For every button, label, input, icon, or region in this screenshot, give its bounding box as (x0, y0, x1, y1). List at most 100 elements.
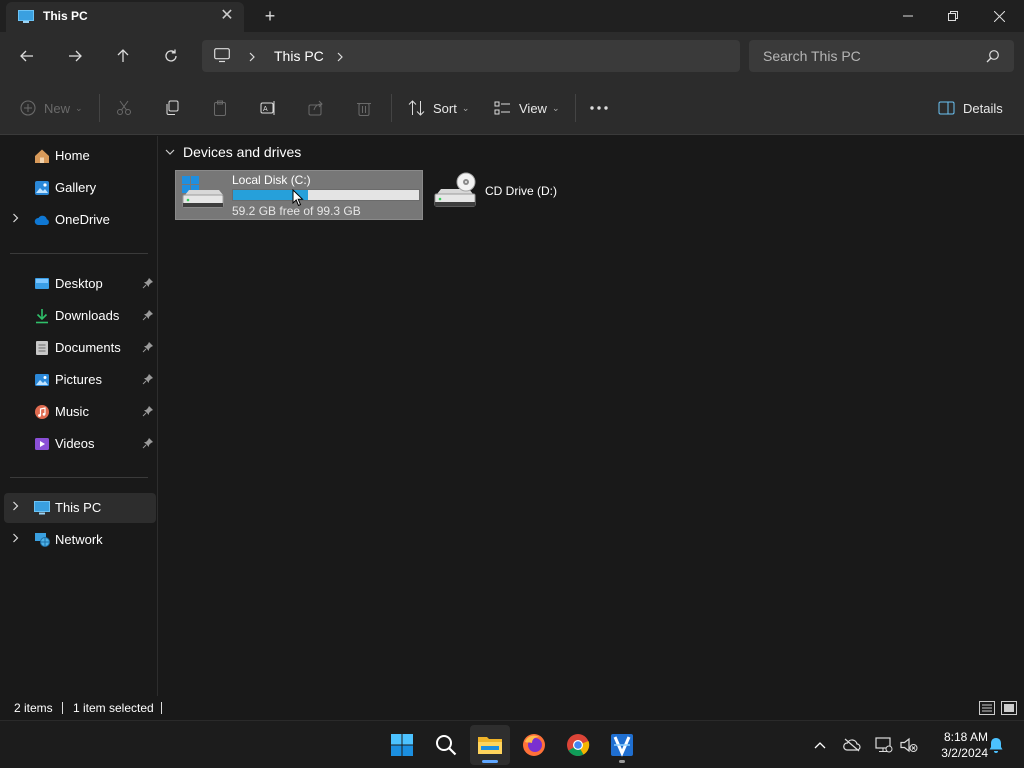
divider (99, 94, 100, 122)
pin-icon[interactable] (142, 373, 154, 385)
breadcrumb-this-pc[interactable]: This PC (274, 48, 324, 64)
sidebar-item-documents[interactable]: Documents (4, 333, 156, 363)
sort-button[interactable]: Sort ⌄ (408, 96, 469, 120)
chrome-icon (567, 734, 590, 756)
sidebar-item-label: Downloads (55, 308, 120, 323)
close-window-button[interactable] (976, 0, 1022, 32)
start-button[interactable] (382, 725, 422, 765)
pictures-icon (35, 374, 49, 386)
drive-name: CD Drive (D:) (485, 184, 557, 198)
details-pane-button[interactable]: Details (938, 96, 1003, 120)
sidebar-item-onedrive[interactable]: OneDrive (4, 205, 156, 235)
view-button[interactable]: View ⌄ (494, 96, 560, 120)
chevron-right-icon[interactable] (336, 50, 344, 65)
drive-item-cd-drive-d[interactable]: CD Drive (D:) (433, 170, 563, 220)
taskbar-search-button[interactable] (426, 725, 466, 765)
pin-icon[interactable] (142, 437, 154, 449)
bell-icon (989, 737, 1003, 753)
tray-onedrive[interactable] (842, 735, 862, 755)
drive-usage-bar (232, 189, 420, 201)
sidebar-item-gallery[interactable]: Gallery (4, 173, 156, 203)
arrow-right-icon (69, 50, 82, 62)
sidebar-item-home[interactable]: Home (4, 141, 156, 171)
restore-button[interactable] (930, 0, 976, 32)
search-input[interactable]: Search This PC (749, 40, 1014, 72)
refresh-button[interactable] (159, 44, 183, 68)
address-bar[interactable]: This PC (202, 40, 740, 72)
taskbar-chrome[interactable] (558, 725, 598, 765)
minimize-button[interactable] (885, 0, 931, 32)
pin-icon[interactable] (142, 341, 154, 353)
arrow-up-icon (117, 49, 129, 62)
copy-button[interactable] (164, 96, 180, 120)
videos-icon (35, 438, 49, 450)
rename-icon: A (260, 101, 275, 115)
more-icon (590, 106, 608, 110)
sidebar-item-music[interactable]: Music (4, 397, 156, 427)
sidebar-item-pictures[interactable]: Pictures (4, 365, 156, 395)
pin-icon[interactable] (142, 405, 154, 417)
chevron-down-icon[interactable] (165, 149, 175, 156)
sidebar-item-downloads[interactable]: Downloads (4, 301, 156, 331)
trash-icon (357, 103, 371, 116)
download-icon (36, 309, 48, 324)
sidebar-item-label: Documents (55, 340, 121, 355)
more-options-button[interactable] (590, 96, 608, 120)
clock[interactable]: 8:18 AM 3/2/2024 (926, 729, 988, 761)
sidebar-item-this-pc[interactable]: This PC (4, 493, 156, 523)
chevron-right-icon[interactable] (12, 501, 19, 514)
taskbar-app[interactable] (602, 725, 642, 765)
sidebar-item-desktop[interactable]: Desktop (4, 269, 156, 299)
sidebar-item-videos[interactable]: Videos (4, 429, 156, 459)
scissors-icon (117, 100, 131, 115)
tray-volume[interactable] (899, 735, 919, 755)
tray-network[interactable] (874, 735, 894, 755)
sidebar-item-network[interactable]: Network (4, 525, 156, 555)
clipboard-icon (214, 100, 226, 116)
new-label: New (44, 100, 71, 116)
large-icons-view-icon[interactable] (1001, 700, 1017, 716)
search-icon (986, 50, 999, 63)
back-button[interactable] (15, 44, 39, 68)
new-button[interactable]: New ⌄ (20, 96, 83, 120)
cloud-icon (34, 215, 49, 225)
chevron-right-icon[interactable] (248, 50, 256, 65)
delete-button[interactable] (356, 96, 372, 120)
chevron-right-icon[interactable] (12, 213, 19, 226)
sort-icon (408, 100, 425, 116)
show-hidden-icons-button[interactable] (810, 735, 830, 755)
desktop-folder-icon (35, 278, 49, 289)
rename-button[interactable]: A (260, 96, 277, 120)
cut-button[interactable] (116, 96, 132, 120)
details-label: Details (963, 100, 1003, 116)
taskbar-firefox[interactable] (514, 725, 554, 765)
share-button[interactable] (308, 96, 324, 120)
refresh-icon (165, 49, 177, 62)
tab-this-pc[interactable]: This PC ✕ (6, 2, 244, 32)
taskbar-file-explorer[interactable] (470, 725, 510, 765)
forward-button[interactable] (63, 44, 87, 68)
sidebar-item-label: Desktop (55, 276, 103, 291)
paste-button[interactable] (212, 96, 228, 120)
file-list-area[interactable]: Devices and drives Local Disk (C:) 59.2 … (159, 136, 1024, 696)
sidebar-item-label: Videos (55, 436, 95, 451)
start-icon (391, 734, 413, 756)
navigation-pane: Home Gallery OneDrive Desktop Downloads … (0, 136, 158, 696)
status-bar: 2 items 1 item selected (0, 696, 1024, 720)
clock-date: 3/2/2024 (941, 746, 988, 760)
mouse-cursor-icon (292, 189, 304, 207)
hard-drive-icon (182, 176, 224, 208)
pin-icon[interactable] (142, 277, 154, 289)
taskbar: 8:18 AM 3/2/2024 (0, 720, 1024, 768)
pin-icon[interactable] (142, 309, 154, 321)
divider (575, 94, 576, 122)
plus-icon[interactable]: + (260, 6, 280, 26)
notification-button[interactable] (986, 735, 1006, 755)
up-button[interactable] (111, 44, 135, 68)
share-icon (308, 100, 323, 116)
close-tab-icon[interactable]: ✕ (218, 7, 236, 25)
chevron-right-icon[interactable] (12, 533, 19, 546)
group-header-devices[interactable]: Devices and drives (165, 144, 301, 160)
details-view-icon[interactable] (979, 700, 995, 716)
details-pane-icon (938, 101, 955, 115)
